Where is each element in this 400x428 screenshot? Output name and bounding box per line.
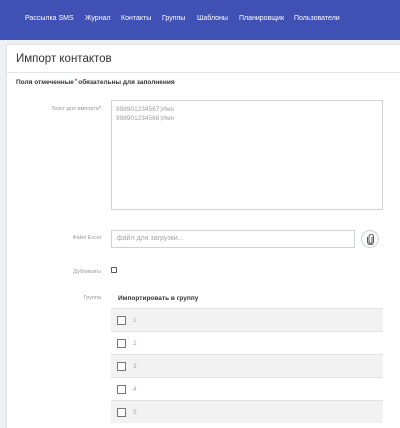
group-row[interactable]: 1 <box>111 308 383 331</box>
file-label: Файл Excel <box>72 235 102 241</box>
nav-item-groups[interactable]: Группы <box>162 15 185 22</box>
required-note-suffix: обязательны для заполнения <box>78 79 175 86</box>
nav-item-users[interactable]: Пользователи <box>294 15 340 22</box>
group-row[interactable]: 2 <box>111 331 383 354</box>
page-title: Импорт контактов <box>16 53 112 65</box>
top-navigation: Рассылка SMS Журнал Контакты Группы Шабл… <box>0 0 400 40</box>
group-name: 2 <box>133 339 137 347</box>
title-divider <box>7 72 400 73</box>
group-checkbox[interactable] <box>117 384 126 394</box>
group-checkbox[interactable] <box>117 407 126 417</box>
paperclip-icon <box>366 233 374 245</box>
duplicates-label: Дубликаты <box>73 269 101 275</box>
import-card: Импорт контактов Поля отмеченные*обязате… <box>6 44 400 428</box>
required-star: * <box>74 79 78 85</box>
attach-file-button[interactable] <box>361 230 379 248</box>
groups-header: Импортировать в группу <box>118 295 199 302</box>
text-import-label: Текст для импорта* <box>7 106 101 112</box>
import-text-area[interactable]: 998901234567;Имя 998901234568;Имя <box>111 100 383 210</box>
required-note-prefix: Поля отмеченные <box>16 79 74 86</box>
file-input[interactable]: файл для загрузки... <box>111 230 355 248</box>
group-name: 1 <box>133 316 137 324</box>
group-row[interactable]: 3 <box>111 354 383 377</box>
group-checkbox[interactable] <box>117 315 126 325</box>
nav-item-contacts[interactable]: Контакты <box>121 15 151 22</box>
text-import-required-star: * <box>98 106 101 112</box>
group-row[interactable]: 4 <box>111 377 383 400</box>
group-name: 4 <box>133 385 137 393</box>
nav-item-journal[interactable]: Журнал <box>85 15 111 22</box>
group-name: 3 <box>133 362 137 370</box>
duplicates-checkbox[interactable] <box>111 267 117 273</box>
group-checkbox[interactable] <box>117 338 126 348</box>
group-name: 5 <box>133 408 137 416</box>
text-import-label-text: Текст для импорта <box>51 106 99 112</box>
nav-item-scheduler[interactable]: Планировщик <box>239 15 284 22</box>
nav-item-sms[interactable]: Рассылка SMS <box>25 15 74 22</box>
group-checkbox[interactable] <box>117 361 126 371</box>
required-note: Поля отмеченные*обязательны для заполнен… <box>16 79 175 86</box>
group-row[interactable]: 5 <box>111 400 383 423</box>
nav-item-templates[interactable]: Шаблоны <box>197 15 228 22</box>
groups-label: Группа <box>83 295 101 301</box>
